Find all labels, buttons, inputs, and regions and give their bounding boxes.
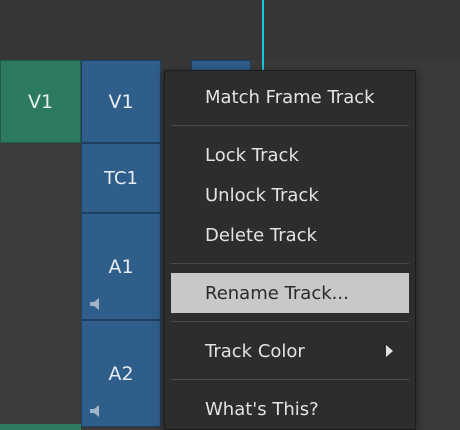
menu-item-whats-this[interactable]: What's This? — [171, 391, 409, 427]
record-track-tc1-label: TC1 — [104, 167, 138, 189]
record-track-a1-label: A1 — [108, 255, 134, 278]
menu-item-label: Rename Track... — [205, 282, 349, 304]
source-track-v1-button[interactable]: V1 — [0, 60, 81, 143]
speaker-icon[interactable] — [88, 402, 104, 418]
menu-item-label: Track Color — [205, 340, 305, 362]
track-context-menu: Match Frame Track Lock Track Unlock Trac… — [164, 70, 416, 430]
record-track-tc1-button[interactable]: TC1 — [81, 143, 161, 213]
menu-separator — [171, 321, 409, 322]
menu-item-unlock-track[interactable]: Unlock Track — [171, 177, 409, 213]
playhead-line[interactable] — [262, 0, 264, 72]
source-track-bottom[interactable] — [0, 424, 81, 430]
menu-item-delete-track[interactable]: Delete Track — [171, 217, 409, 253]
timeline-top-area — [0, 0, 460, 60]
menu-item-label: Delete Track — [205, 224, 317, 246]
record-track-v1-label: V1 — [108, 90, 134, 113]
menu-separator — [171, 125, 409, 126]
menu-item-label: Unlock Track — [205, 184, 319, 206]
source-track-empty-area — [0, 143, 81, 430]
record-track-a2-label: A2 — [108, 362, 134, 385]
menu-item-match-frame-track[interactable]: Match Frame Track — [171, 79, 409, 115]
menu-separator — [171, 263, 409, 264]
menu-item-label: Lock Track — [205, 144, 299, 166]
menu-item-track-color[interactable]: Track Color — [171, 333, 409, 369]
chevron-right-icon — [386, 345, 393, 357]
record-track-a1-button[interactable]: A1 — [81, 213, 161, 320]
record-track-a2-button[interactable]: A2 — [81, 320, 161, 427]
source-track-v1-label: V1 — [27, 90, 54, 113]
record-track-v1-button[interactable]: V1 — [81, 60, 161, 143]
menu-item-rename-track[interactable]: Rename Track... — [171, 273, 409, 313]
speaker-icon[interactable] — [88, 295, 104, 311]
menu-item-lock-track[interactable]: Lock Track — [171, 137, 409, 173]
menu-item-label: Match Frame Track — [205, 86, 375, 108]
menu-item-label: What's This? — [205, 398, 319, 420]
menu-separator — [171, 379, 409, 380]
